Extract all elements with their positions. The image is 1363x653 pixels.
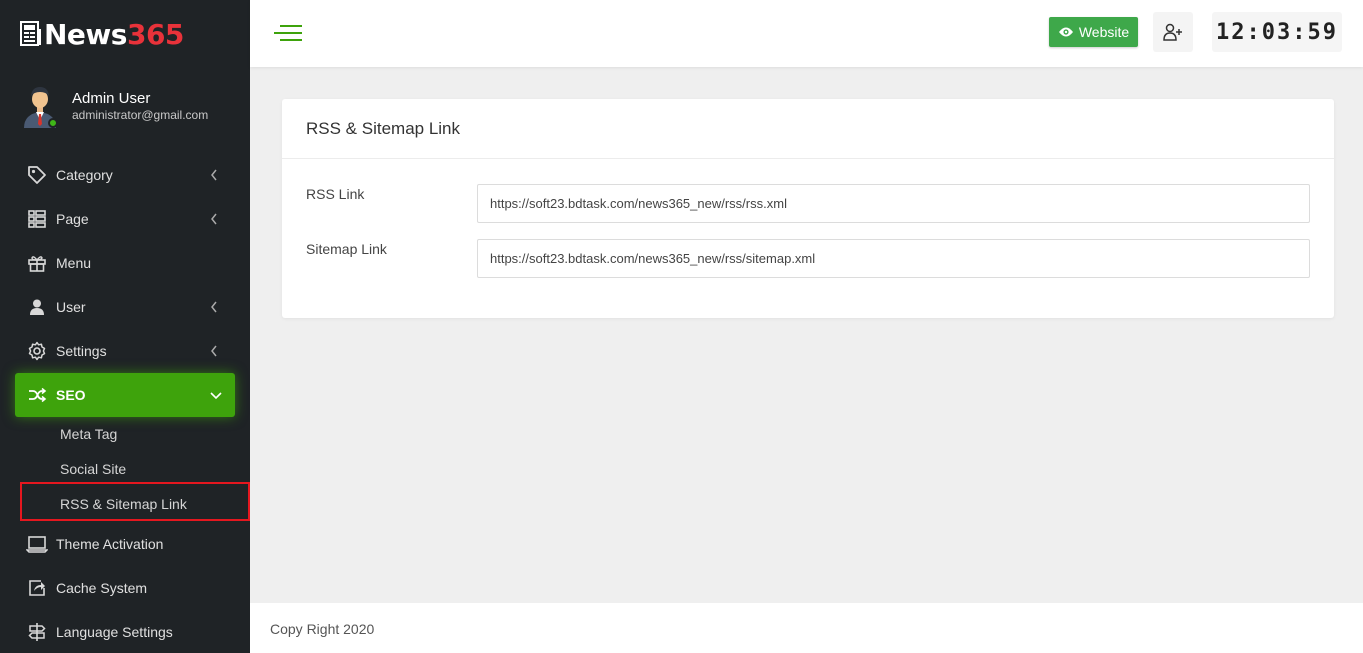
chevron-down-icon: [210, 392, 222, 400]
brand-logo[interactable]: News365: [20, 16, 184, 52]
nav-item-settings[interactable]: Settings: [15, 329, 235, 373]
chevron-left-icon: [211, 301, 217, 313]
rss-link-label: RSS Link: [306, 186, 365, 202]
nav-item-category[interactable]: Category: [15, 153, 235, 197]
rss-link-input[interactable]: [477, 184, 1310, 223]
list-icon: [25, 207, 49, 231]
share-icon: [25, 576, 49, 600]
nav-label: Language Settings: [56, 624, 173, 640]
copyright-text: Copy Right 2020: [270, 621, 375, 637]
user-panel: Admin User administrator@gmail.com: [20, 84, 245, 132]
brand-name: News365: [44, 18, 184, 51]
add-user-button[interactable]: [1153, 12, 1193, 52]
top-header: Website 12:03:59: [250, 0, 1363, 67]
sitemap-link-label: Sitemap Link: [306, 241, 387, 257]
user-email: administrator@gmail.com: [72, 108, 209, 122]
shuffle-icon: [25, 383, 49, 407]
avatar[interactable]: [20, 84, 60, 128]
brand-name-part: News: [44, 17, 127, 51]
laptop-icon: [25, 532, 49, 556]
rss-sitemap-card: RSS & Sitemap Link RSS Link Sitemap Link: [282, 99, 1334, 318]
nav-label: Theme Activation: [56, 536, 164, 552]
gear-icon: [25, 339, 49, 363]
newspaper-icon: [20, 21, 42, 47]
menu-icon: [274, 25, 302, 41]
nav-item-page[interactable]: Page: [15, 197, 235, 241]
nav-item-user[interactable]: User: [15, 285, 235, 329]
nav-item-seo[interactable]: SEO: [15, 373, 235, 417]
page-title: RSS & Sitemap Link: [306, 119, 461, 138]
website-button[interactable]: Website: [1049, 17, 1138, 47]
nav-label: Settings: [56, 343, 107, 359]
nav-item-theme-activation[interactable]: Theme Activation: [15, 522, 235, 566]
user-icon: [25, 295, 49, 319]
signpost-icon: [25, 620, 49, 644]
submenu-item-meta-tag[interactable]: Meta Tag: [60, 426, 117, 442]
nav-label: SEO: [56, 387, 86, 403]
brand-number-part: 365: [126, 17, 184, 51]
nav-label: Menu: [56, 255, 92, 271]
website-button-label: Website: [1078, 24, 1130, 40]
submenu-item-social-site[interactable]: Social Site: [60, 461, 126, 477]
nav-label: Page: [56, 211, 89, 227]
eye-icon: [1058, 26, 1074, 38]
user-name: Admin User: [72, 90, 151, 107]
gift-icon: [25, 251, 49, 275]
user-plus-icon: [1163, 23, 1182, 41]
nav-item-cache-system[interactable]: Cache System: [15, 566, 235, 610]
nav-item-language-settings[interactable]: Language Settings: [15, 610, 235, 653]
nav-label: Cache System: [56, 580, 148, 596]
sidebar: News365 Admin User administrator@gmail.c…: [0, 0, 250, 653]
sitemap-link-input[interactable]: [477, 239, 1310, 278]
chevron-left-icon: [211, 345, 217, 357]
online-status-dot: [48, 118, 58, 128]
nav-label: Category: [56, 167, 113, 183]
submenu-item-rss-sitemap[interactable]: RSS & Sitemap Link: [60, 496, 187, 512]
tag-icon: [25, 163, 49, 187]
footer: Copy Right 2020: [250, 603, 1363, 653]
chevron-left-icon: [211, 169, 217, 181]
digital-clock: 12:03:59: [1212, 12, 1342, 52]
nav-label: User: [56, 299, 86, 315]
chevron-left-icon: [211, 213, 217, 225]
divider: [282, 158, 1334, 159]
sidebar-toggle-button[interactable]: [274, 22, 304, 44]
nav-item-menu[interactable]: Menu: [15, 241, 235, 285]
